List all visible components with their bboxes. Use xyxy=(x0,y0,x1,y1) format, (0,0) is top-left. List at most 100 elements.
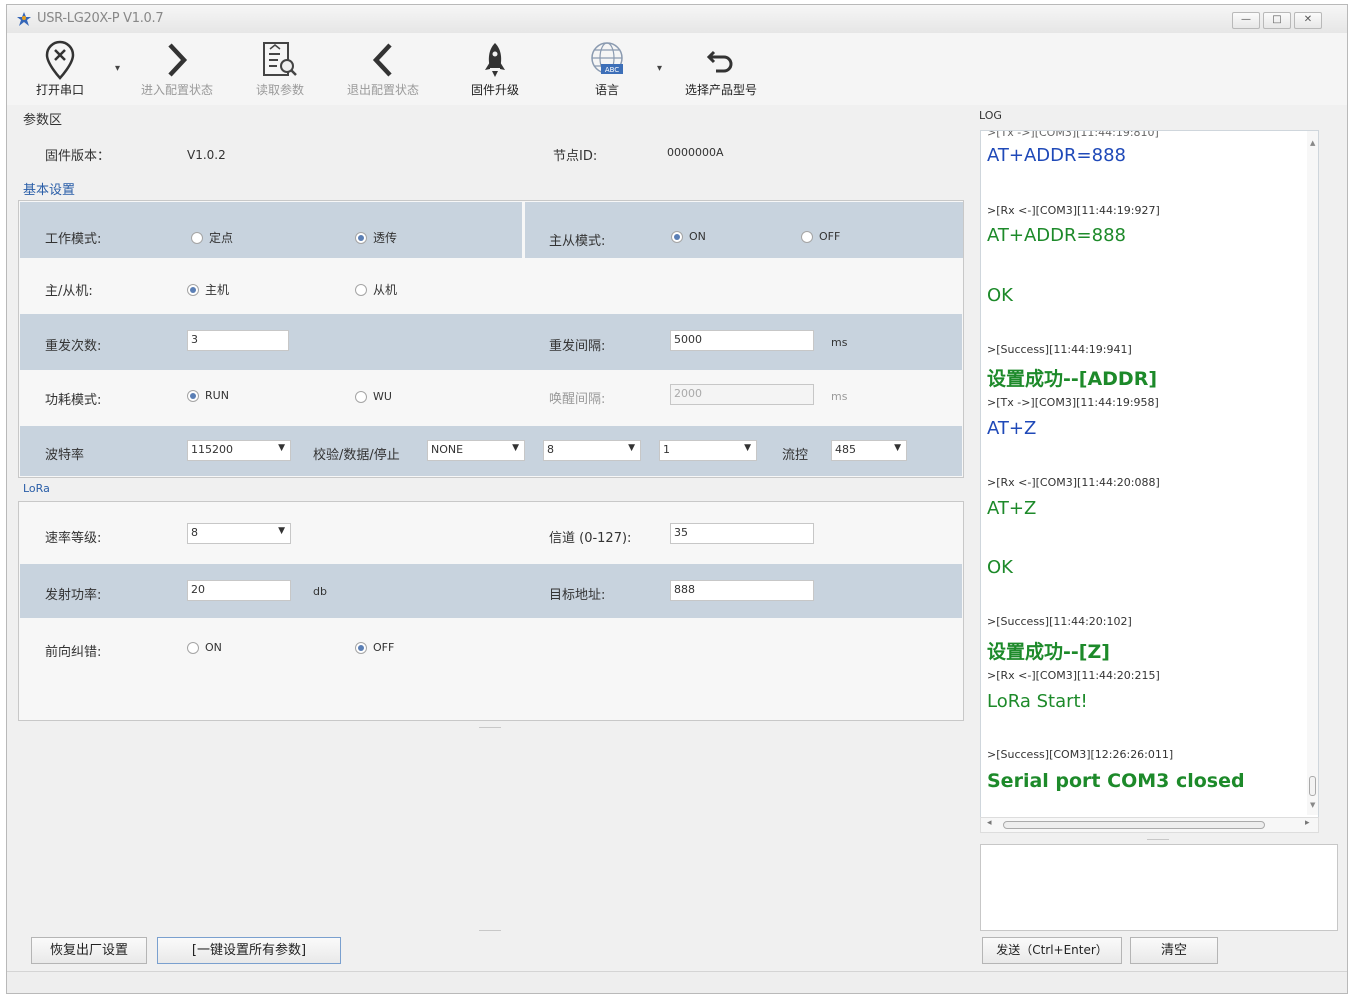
band-retry xyxy=(20,314,962,370)
scroll-left-icon[interactable]: ◂ xyxy=(987,818,992,828)
select-model-label: 选择产品型号 xyxy=(684,83,757,97)
splitter-grip-bottom[interactable] xyxy=(479,930,501,931)
band-tx-power xyxy=(20,564,962,618)
log-entry-head: >[Rx <-][COM3][11:44:19:927] xyxy=(987,204,1160,217)
log-entry-head: >[Rx <-][COM3][11:44:20:088] xyxy=(987,476,1160,489)
enter-config-button[interactable]: 进入配置状态 xyxy=(133,39,221,98)
node-id-value: 0000000A xyxy=(667,146,724,159)
minimize-button[interactable]: — xyxy=(1232,12,1260,29)
wake-interval-label: 唤醒间隔: xyxy=(549,392,606,407)
send-button[interactable]: 发送（Ctrl+Enter） xyxy=(982,937,1122,964)
firmware-version-value: V1.0.2 xyxy=(187,148,226,162)
rocket-icon xyxy=(485,43,505,77)
data-bits-select[interactable]: 8 ▼ xyxy=(543,440,641,461)
exit-config-button[interactable]: 退出配置状态 xyxy=(339,39,427,98)
baud-rate-select[interactable]: 115200 ▼ xyxy=(187,440,291,461)
data-bits-value: 8 xyxy=(547,443,554,456)
power-mode-label: 功耗模式: xyxy=(45,393,102,408)
log-vertical-scrollbar-thumb[interactable] xyxy=(1309,776,1316,796)
read-params-button[interactable]: 读取参数 xyxy=(247,39,313,98)
log-entry-text: Serial port COM3 closed xyxy=(987,770,1245,792)
chevron-down-icon: ▼ xyxy=(512,443,519,453)
master-mode-on-label: ON xyxy=(689,230,706,243)
language-button[interactable]: ABC 语言 xyxy=(579,39,635,98)
master-mode-off-radio[interactable]: OFF xyxy=(801,230,840,243)
rate-level-label: 速率等级: xyxy=(45,531,102,546)
restore-factory-button[interactable]: 恢复出厂设置 xyxy=(31,937,147,964)
work-mode-fixed-label: 定点 xyxy=(209,231,234,245)
wake-interval-unit: ms xyxy=(831,390,848,403)
close-button[interactable]: ✕ xyxy=(1294,12,1322,29)
node-id-label: 节点ID: xyxy=(553,149,598,164)
window-title: USR-LG20X-P V1.0.7 xyxy=(37,11,164,26)
log-entry-text: OK xyxy=(987,557,1013,578)
language-dropdown-icon[interactable]: ▾ xyxy=(657,63,662,74)
role-label: 主/从机: xyxy=(45,284,93,299)
fec-label: 前向纠错: xyxy=(45,645,102,660)
enter-config-label: 进入配置状态 xyxy=(140,83,213,97)
baud-rate-value: 115200 xyxy=(191,443,233,456)
scroll-down-icon[interactable]: ▼ xyxy=(1310,801,1315,809)
splitter-grip[interactable] xyxy=(479,727,501,728)
log-horizontal-scrollbar-thumb[interactable] xyxy=(1003,821,1265,829)
chevron-down-icon: ▼ xyxy=(278,526,285,536)
firmware-upgrade-button[interactable]: 固件升级 xyxy=(462,39,528,98)
chevron-down-icon: ▼ xyxy=(744,443,751,453)
select-model-button[interactable]: 选择产品型号 xyxy=(675,39,767,98)
role-slave-radio[interactable]: 从机 xyxy=(355,281,397,298)
clear-button[interactable]: 清空 xyxy=(1130,937,1218,964)
lora-title: LoRa xyxy=(23,482,50,495)
channel-input[interactable]: 35 xyxy=(670,523,814,544)
retry-interval-unit: ms xyxy=(831,336,848,349)
fec-off-label: OFF xyxy=(373,641,395,654)
work-mode-transparent-label: 透传 xyxy=(373,231,398,245)
firmware-version-label: 固件版本： xyxy=(45,149,111,164)
log-horizontal-scrollbar[interactable]: ◂ ▸ xyxy=(980,817,1319,833)
master-mode-on-radio[interactable]: ON xyxy=(671,230,706,243)
tx-power-input[interactable]: 20 xyxy=(187,580,291,601)
work-mode-transparent-radio[interactable]: 透传 xyxy=(355,229,397,246)
open-port-button[interactable]: 打开串口 xyxy=(25,39,95,98)
chevron-right-icon xyxy=(168,43,188,77)
maximize-button[interactable]: □ xyxy=(1263,12,1291,29)
scroll-up-icon[interactable]: ▲ xyxy=(1310,139,1315,147)
work-mode-fixed-radio[interactable]: 定点 xyxy=(191,229,233,246)
open-port-icon xyxy=(45,40,75,80)
exit-config-label: 退出配置状态 xyxy=(346,83,419,97)
set-all-params-button[interactable]: [一键设置所有参数] xyxy=(157,937,341,964)
stop-bits-select[interactable]: 1 ▼ xyxy=(659,440,757,461)
retry-interval-label: 重发间隔: xyxy=(549,339,606,354)
log-entry-text: AT+ADDR=888 xyxy=(987,145,1126,166)
log-splitter-grip[interactable] xyxy=(1147,839,1169,840)
scroll-right-icon[interactable]: ▸ xyxy=(1305,818,1310,828)
undo-arrow-icon xyxy=(706,50,733,73)
app-logo-icon xyxy=(17,12,31,26)
open-port-label: 打开串口 xyxy=(35,83,84,97)
log-entry-text: AT+Z xyxy=(987,498,1037,519)
retry-count-input[interactable]: 3 xyxy=(187,330,289,351)
flow-control-select[interactable]: 485 ▼ xyxy=(831,440,907,461)
svg-text:ABC: ABC xyxy=(605,66,619,74)
log-vertical-scrollbar[interactable]: ▲ ▼ xyxy=(1307,131,1318,815)
log-title: LOG xyxy=(979,109,1002,122)
power-wu-label: WU xyxy=(373,390,392,403)
fec-on-radio[interactable]: ON xyxy=(187,641,222,654)
flow-control-label: 流控 xyxy=(782,448,809,463)
retry-interval-input[interactable]: 5000 xyxy=(670,330,814,351)
read-params-label: 读取参数 xyxy=(255,83,304,97)
parity-select[interactable]: NONE ▼ xyxy=(427,440,525,461)
power-run-radio[interactable]: RUN xyxy=(187,389,229,402)
target-address-label: 目标地址: xyxy=(549,588,606,603)
params-section-title: 参数区 xyxy=(23,113,63,128)
target-address-input[interactable]: 888 xyxy=(670,580,814,601)
wake-interval-input[interactable]: 2000 xyxy=(670,384,814,405)
tx-power-unit: db xyxy=(313,585,327,598)
chevron-down-icon: ▼ xyxy=(894,443,901,453)
rate-level-value: 8 xyxy=(191,526,198,539)
role-master-radio[interactable]: 主机 xyxy=(187,281,229,298)
send-textarea[interactable] xyxy=(980,844,1338,931)
rate-level-select[interactable]: 8 ▼ xyxy=(187,523,291,544)
fec-off-radio[interactable]: OFF xyxy=(355,641,394,654)
power-wu-radio[interactable]: WU xyxy=(355,390,392,403)
open-port-dropdown-icon[interactable]: ▾ xyxy=(115,63,120,74)
